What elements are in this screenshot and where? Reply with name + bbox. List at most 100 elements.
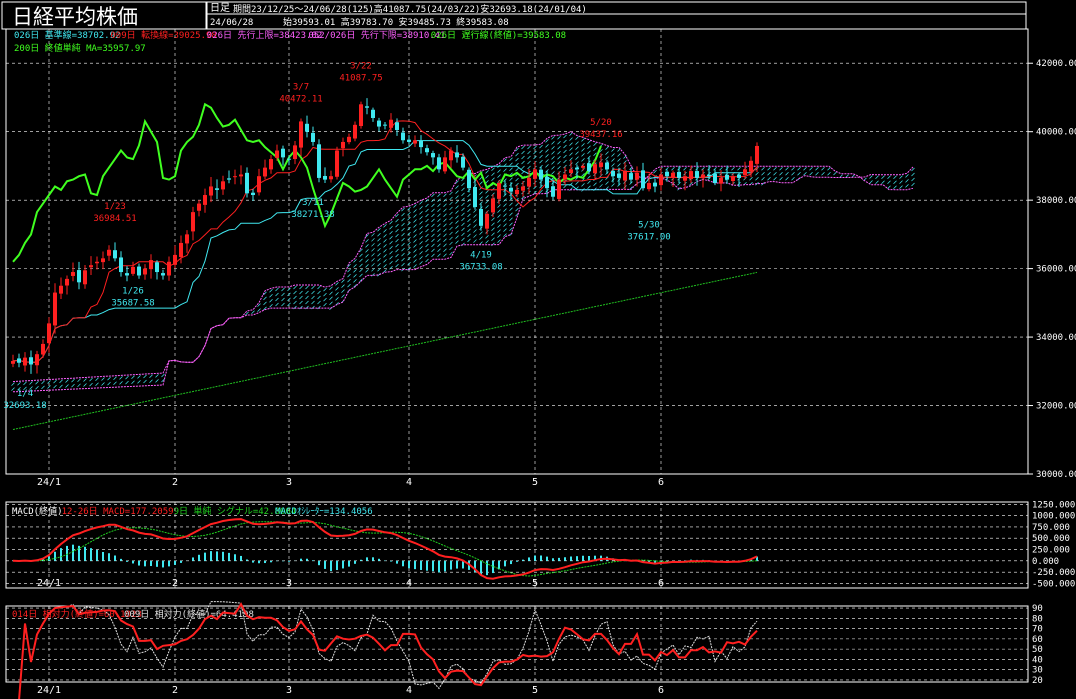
rsi-tick-label-4: 50: [1032, 645, 1043, 655]
candle-body-94: [575, 167, 579, 170]
candle-body-113: [689, 171, 693, 180]
candle-body-84: [515, 189, 519, 195]
candle-body-49: [305, 123, 309, 132]
macd-legend-item-0: MACD(終値): [12, 505, 63, 517]
annotation-value-0: 36984.51: [93, 214, 136, 224]
candle-body-59: [365, 106, 369, 108]
macd-x-label-5: 6: [658, 578, 664, 589]
candle-body-8: [59, 285, 63, 294]
candle-body-6: [47, 323, 51, 344]
macd-axis: 1250.000 1000.000750.000500.000 250.0000.0…: [1032, 500, 1075, 589]
candle-body-12: [83, 270, 87, 285]
rsi-x-label-5: 6: [658, 685, 664, 696]
candle-body-39: [245, 172, 249, 194]
candle-body-120: [731, 176, 735, 182]
candle-body-42: [263, 167, 267, 177]
rsi-tick-label-7: 20: [1032, 676, 1043, 686]
candle-body-77: [473, 186, 477, 207]
candle-body-122: [743, 169, 747, 175]
candle-body-98: [599, 162, 603, 167]
x-label-4: 5: [532, 477, 538, 488]
candle-body-99: [605, 162, 609, 170]
annotation-value-4: 38271.38: [291, 210, 334, 220]
candle-body-85: [521, 186, 525, 191]
candle-body-103: [629, 173, 633, 180]
rsi-x-label-1: 2: [172, 685, 178, 696]
x-label-2: 3: [286, 477, 292, 488]
candle-body-95: [581, 165, 585, 168]
annotation-value-5: 36733.08: [459, 263, 502, 273]
price-tick-label-0: 42000.00: [1036, 59, 1076, 69]
annotation-date-1: 1/26: [122, 286, 144, 296]
candle-body-21: [137, 266, 141, 276]
annotation-date-5: 4/19: [470, 251, 492, 261]
annotation-date-4: 3/11: [302, 198, 324, 208]
candle-body-23: [149, 260, 153, 270]
annotation-value-2: 40472.11: [279, 95, 322, 105]
candle-body-24: [155, 262, 159, 273]
candle-body-93: [569, 169, 573, 174]
candle-body-16: [107, 249, 111, 256]
x-label-5: 6: [658, 477, 664, 488]
candle-body-110: [671, 172, 675, 178]
price-tick-label-1: 40000.00: [1036, 128, 1076, 138]
candle-body-4: [35, 354, 39, 366]
candle-body-48: [299, 121, 303, 148]
candle-body-112: [683, 176, 687, 181]
candle-body-53: [329, 176, 333, 180]
candle-body-57: [353, 124, 357, 139]
candle-body-78: [479, 208, 483, 226]
candle-body-52: [323, 175, 327, 180]
annotation-value-1: 35687.58: [111, 298, 154, 308]
macd-tick-label-1: 1000.000: [1032, 512, 1075, 522]
macd-tick-label-0: 1250.000: [1032, 500, 1075, 510]
candle-body-45: [281, 148, 285, 158]
candle-body-19: [125, 273, 129, 276]
candle-body-108: [659, 174, 663, 186]
candle-body-117: [713, 173, 717, 184]
candle-body-62: [383, 124, 387, 126]
candle-body-83: [509, 187, 513, 192]
candle-body-38: [239, 174, 243, 177]
rsi-x-label-3: 4: [406, 685, 412, 696]
rsi-tick-label-3: 60: [1032, 635, 1043, 645]
candle-body-123: [749, 160, 753, 172]
candle-body-32: [203, 195, 207, 205]
candle-body-71: [437, 157, 441, 170]
candle-body-47: [293, 145, 297, 159]
annotation-date-0: 1/23: [104, 202, 126, 212]
candle-body-121: [737, 174, 741, 178]
candle-body-82: [503, 185, 507, 187]
rsi-tick-label-5: 40: [1032, 655, 1043, 665]
candle-body-9: [65, 278, 69, 286]
annotation-date-6: 5/20: [590, 118, 612, 128]
current-date: 24/06/28: [210, 18, 253, 28]
candle-body-41: [257, 176, 261, 193]
macd-tick-label-6: -250.000: [1032, 568, 1075, 578]
candle-body-100: [611, 170, 615, 177]
annotation-value-6: 39437.16: [579, 130, 622, 140]
period-info: 期間23/12/25～24/06/28(125)高41087.75(24/03/…: [233, 3, 587, 15]
price-tick-label-4: 34000.00: [1036, 333, 1076, 343]
candle-body-67: [413, 140, 417, 144]
candle-body-56: [347, 136, 351, 143]
candle-body-11: [77, 270, 81, 283]
candle-body-104: [635, 172, 639, 180]
candle-body-63: [389, 119, 393, 128]
candle-body-96: [587, 163, 591, 172]
candle-body-75: [461, 156, 465, 168]
candle-body-34: [215, 188, 219, 190]
candle-body-80: [491, 198, 495, 213]
x-label-3: 4: [406, 477, 412, 488]
nikkei-chart-window: 日経平均株価 日足 期間23/12/25～24/06/28(125)高41087…: [0, 0, 1076, 699]
candle-body-91: [557, 179, 561, 199]
price-tick-label-3: 36000.00: [1036, 265, 1076, 275]
candle-body-107: [653, 182, 657, 187]
candle-body-61: [377, 120, 381, 127]
candle-body-114: [695, 171, 699, 178]
candle-body-69: [425, 148, 429, 153]
candle-body-50: [311, 132, 315, 142]
macd-tick-label-3: 500.000: [1032, 534, 1070, 544]
rsi-x-label-0: 24/1: [37, 685, 61, 696]
legend-item-1: 009日 転換線=39025.98: [110, 29, 216, 41]
